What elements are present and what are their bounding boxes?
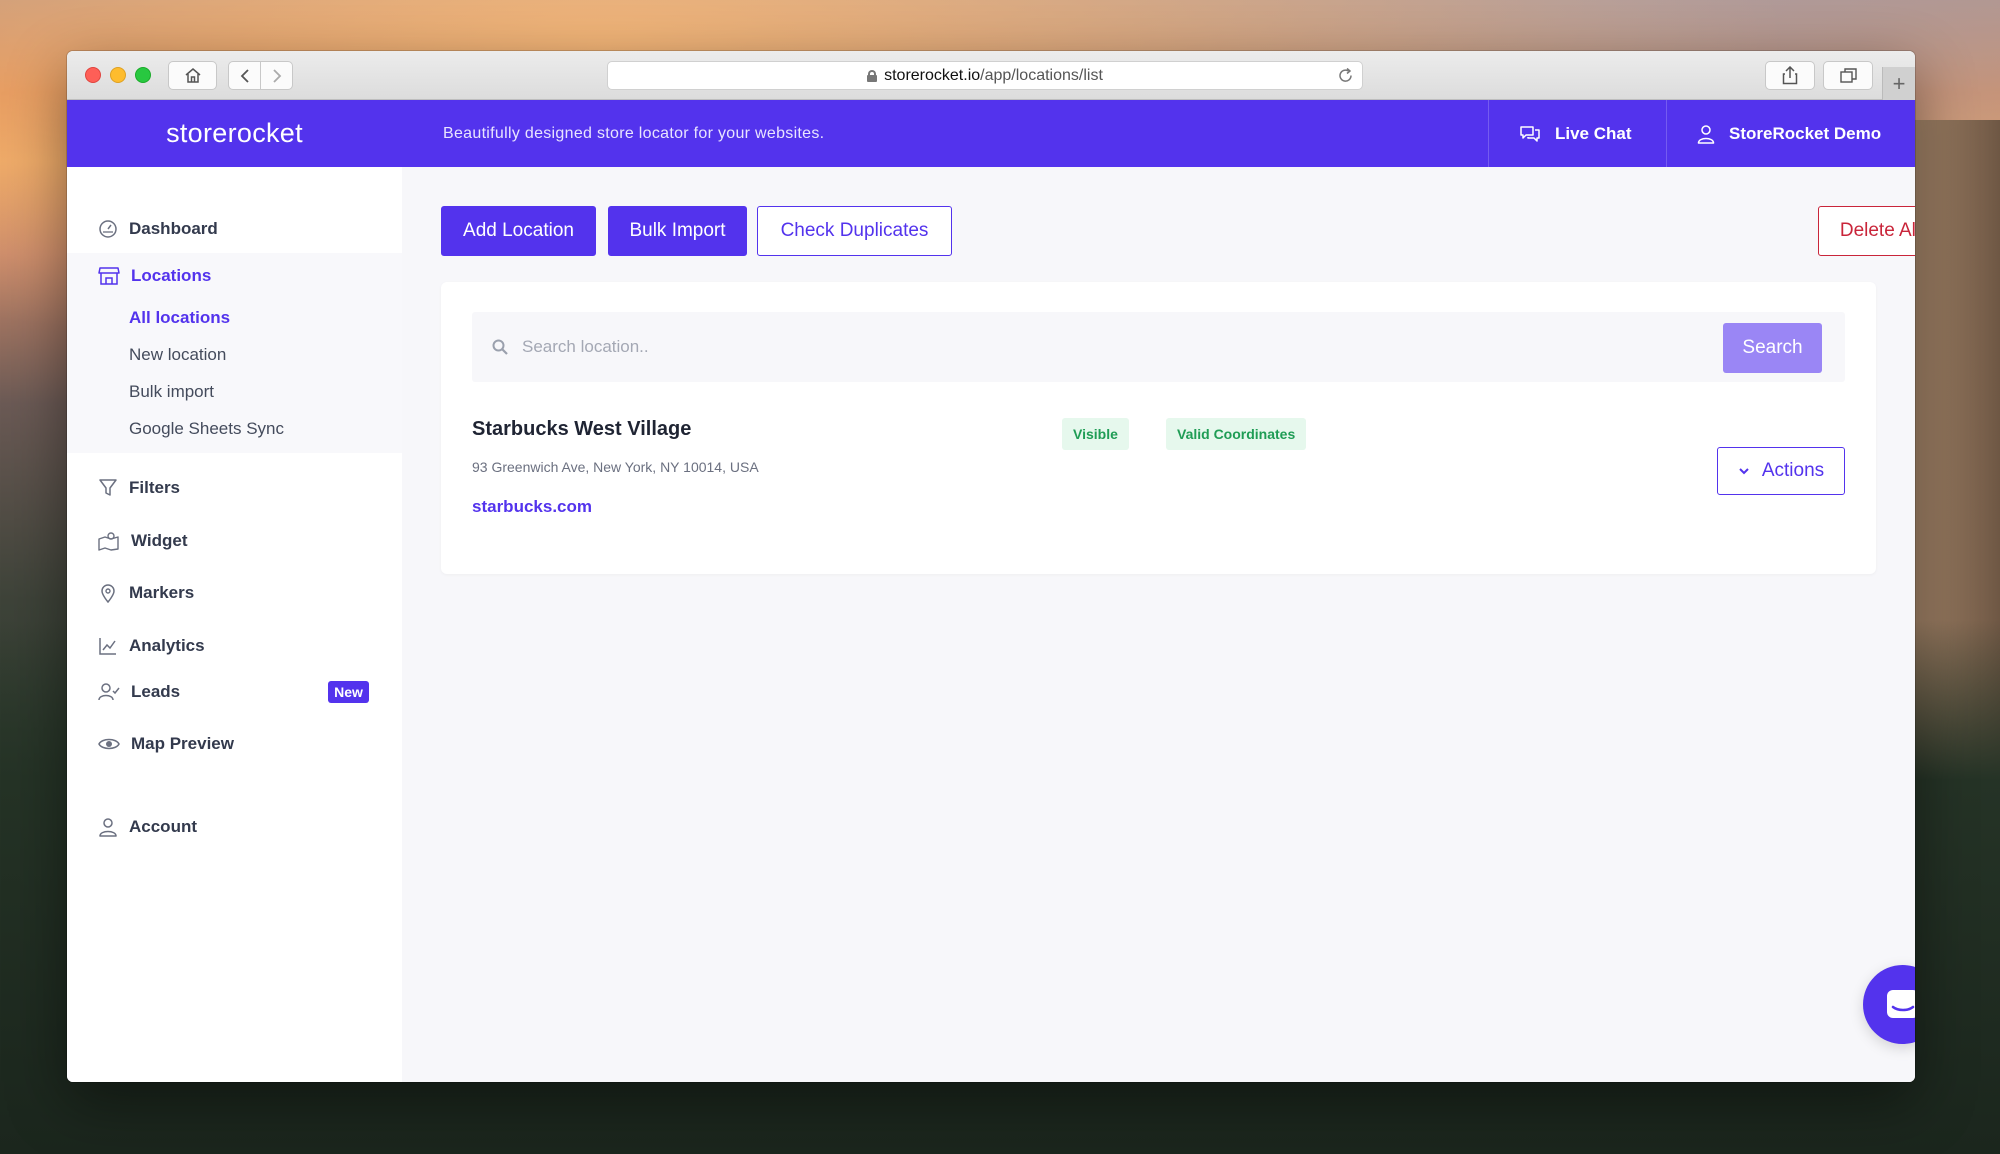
back-button[interactable] <box>228 61 261 90</box>
gauge-icon <box>99 220 117 238</box>
home-button[interactable] <box>168 61 217 90</box>
tabs-icon <box>1839 68 1857 83</box>
chat-icon <box>1886 989 1915 1018</box>
share-button[interactable] <box>1765 61 1815 90</box>
live-chat-label: Live Chat <box>1555 123 1632 143</box>
sidebar-item-label: Map Preview <box>131 734 234 753</box>
user-icon <box>99 818 117 837</box>
reload-icon[interactable] <box>1337 67 1354 84</box>
search-button[interactable]: Search <box>1723 323 1822 373</box>
sidebar-item-locations[interactable]: Locations <box>98 264 211 288</box>
check-duplicates-button[interactable]: Check Duplicates <box>757 206 952 256</box>
chat-launcher-button[interactable] <box>1863 965 1915 1044</box>
actions-label: Actions <box>1761 460 1825 481</box>
sidebar-item-label: Leads <box>131 682 181 701</box>
plus-icon: + <box>1892 70 1906 96</box>
user-check-icon <box>98 683 120 701</box>
map-pin-icon <box>101 584 115 603</box>
sidebar: Dashboard Locations All locations New lo… <box>67 167 402 1082</box>
sidebar-item-label: Locations <box>131 266 212 285</box>
add-location-button[interactable]: Add Location <box>441 206 596 256</box>
bulk-import-button[interactable]: Bulk Import <box>608 206 747 256</box>
chevron-down-icon <box>1739 468 1749 475</box>
location-name[interactable]: Starbucks West Village <box>472 418 691 441</box>
sidebar-item-label: Filters <box>129 478 181 497</box>
sidebar-item-markers[interactable]: Markers <box>98 581 194 605</box>
url-path: /app/locations/list <box>980 66 1103 84</box>
locations-card: Search Starbucks West Village 93 Greenwi… <box>441 282 1876 574</box>
store-icon <box>98 267 120 285</box>
chat-bubbles-icon <box>1520 125 1540 142</box>
filter-icon <box>99 479 117 496</box>
zoom-window-button[interactable] <box>135 67 151 83</box>
new-badge: New <box>328 681 369 703</box>
show-tabs-button[interactable] <box>1823 61 1873 90</box>
sidebar-item-label: Widget <box>131 531 188 550</box>
sidebar-item-label: Analytics <box>129 636 205 655</box>
logo[interactable]: storerocket <box>67 100 402 167</box>
sidebar-item-label: Account <box>129 817 197 836</box>
location-website-link[interactable]: starbucks.com <box>472 497 592 517</box>
search-input[interactable] <box>522 330 1722 364</box>
share-icon <box>1782 66 1798 85</box>
search-bar: Search <box>472 312 1845 382</box>
live-chat-button[interactable]: Live Chat <box>1488 100 1666 167</box>
status-badge-visible: Visible <box>1062 418 1129 450</box>
new-tab-button[interactable]: + <box>1882 67 1915 100</box>
sidebar-subitem-new-location[interactable]: New location <box>129 345 226 365</box>
sidebar-item-label: Dashboard <box>129 219 218 238</box>
chevron-right-icon <box>272 68 281 83</box>
sidebar-subitem-bulk-import[interactable]: Bulk import <box>129 382 214 402</box>
sidebar-subitem-all-locations[interactable]: All locations <box>129 308 230 328</box>
sidebar-subitem-google-sheets-sync[interactable]: Google Sheets Sync <box>129 419 284 439</box>
user-icon <box>1697 124 1715 144</box>
main-content: Add Location Bulk Import Check Duplicate… <box>402 167 1915 1082</box>
sidebar-item-widget[interactable]: Widget <box>98 529 188 553</box>
app-header: storerocket Beautifully designed store l… <box>67 100 1915 167</box>
browser-window: storerocket.io/app/locations/list + stor… <box>67 51 1915 1082</box>
lock-icon <box>867 69 878 82</box>
sidebar-item-map-preview[interactable]: Map Preview <box>98 732 234 756</box>
chart-line-icon <box>99 638 116 655</box>
status-badge-valid-coordinates: Valid Coordinates <box>1166 418 1307 450</box>
minimize-window-button[interactable] <box>110 67 126 83</box>
map-widget-icon <box>98 532 119 551</box>
sidebar-item-filters[interactable]: Filters <box>98 476 180 500</box>
url-host: storerocket.io <box>884 66 981 84</box>
sidebar-item-label: Markers <box>129 583 195 602</box>
user-name: StoreRocket Demo <box>1729 123 1882 143</box>
close-window-button[interactable] <box>85 67 101 83</box>
delete-all-button[interactable]: Delete All <box>1818 206 1915 256</box>
sidebar-item-leads[interactable]: Leads New <box>98 680 378 704</box>
actions-dropdown-button[interactable]: Actions <box>1717 447 1845 495</box>
search-icon <box>492 339 508 355</box>
forward-button[interactable] <box>260 61 293 90</box>
sidebar-item-account[interactable]: Account <box>98 815 197 839</box>
user-menu-button[interactable]: StoreRocket Demo <box>1666 100 1915 167</box>
location-address: 93 Greenwich Ave, New York, NY 10014, US… <box>472 459 759 475</box>
sidebar-item-analytics[interactable]: Analytics <box>98 634 205 658</box>
chevron-left-icon <box>240 68 249 83</box>
address-bar[interactable]: storerocket.io/app/locations/list <box>607 61 1363 90</box>
home-icon <box>185 68 200 83</box>
tagline: Beautifully designed store locator for y… <box>443 124 825 142</box>
browser-toolbar: storerocket.io/app/locations/list + <box>67 51 1915 100</box>
eye-icon <box>98 738 120 750</box>
sidebar-item-dashboard[interactable]: Dashboard <box>98 217 218 241</box>
